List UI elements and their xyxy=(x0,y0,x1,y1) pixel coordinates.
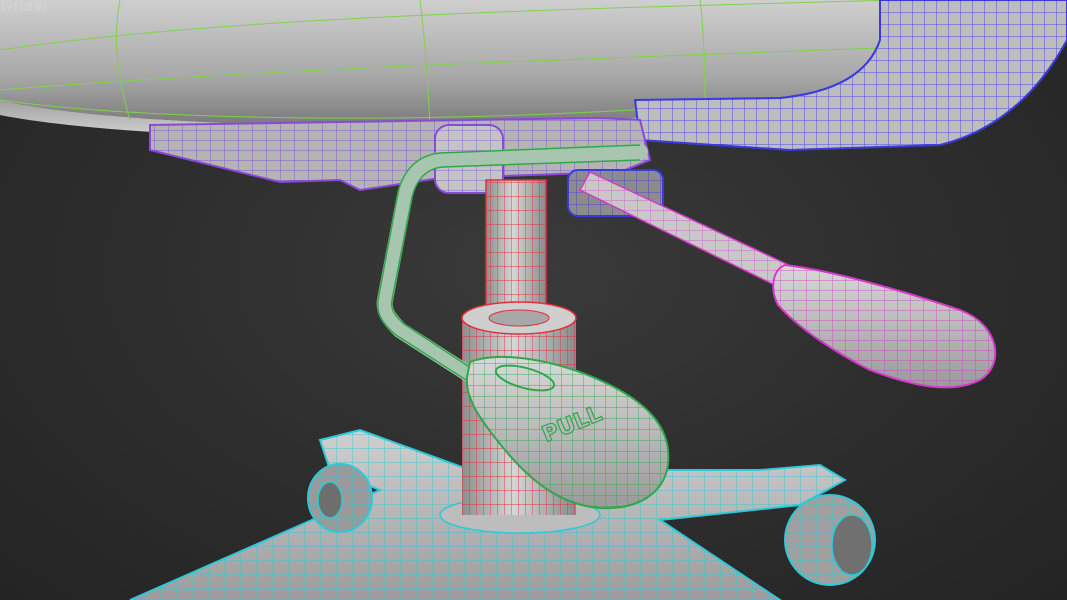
3d-viewport[interactable]: [+] [透视] PULL xyxy=(0,0,1067,600)
caster-right xyxy=(784,494,876,586)
viewport-label[interactable]: [+] [透视] xyxy=(2,0,46,13)
caster-left xyxy=(307,463,373,533)
chair-wireframe-scene: PULL xyxy=(0,0,1067,600)
height-adjust-lever[interactable] xyxy=(578,171,997,389)
